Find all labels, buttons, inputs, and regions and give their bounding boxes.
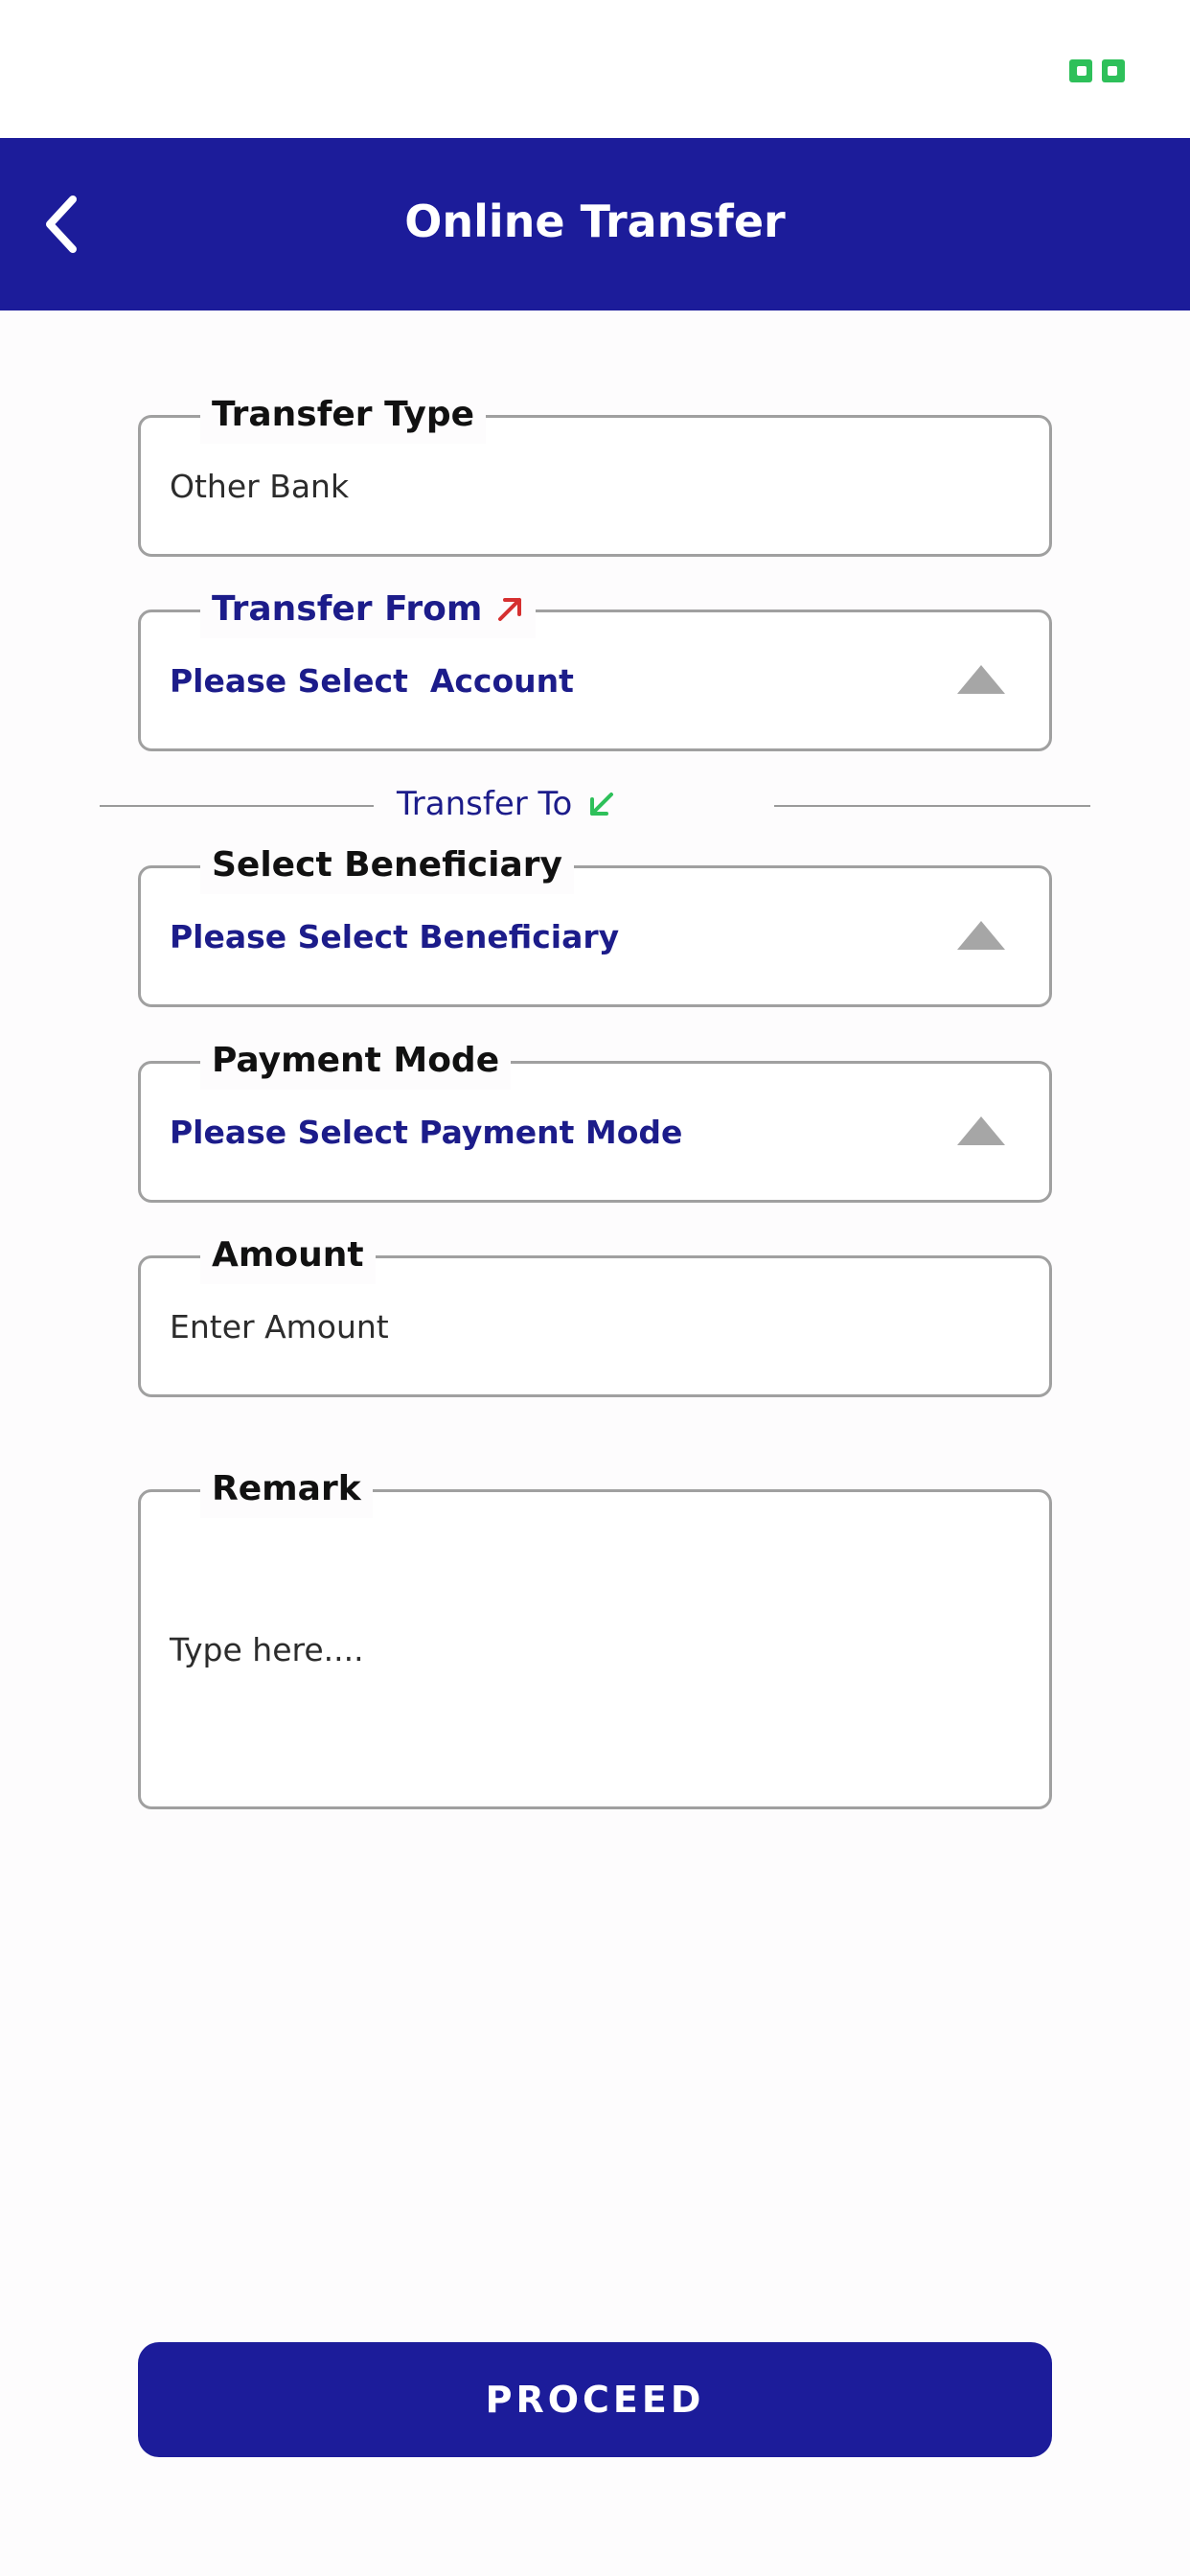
dropdown-arrow-icon bbox=[957, 665, 1005, 694]
remark-textarea[interactable]: Type here.... bbox=[170, 1492, 364, 1806]
amount-field[interactable]: Amount Enter Amount bbox=[138, 1227, 1052, 1397]
transfer-type-value: Other Bank bbox=[170, 467, 350, 505]
divider-line-right bbox=[774, 805, 1090, 807]
beneficiary-value: Please Select Beneficiary bbox=[170, 917, 620, 955]
dropdown-arrow-icon bbox=[957, 921, 1005, 950]
proceed-button[interactable]: PROCEED bbox=[138, 2342, 1052, 2457]
remark-field[interactable]: Remark Type here.... bbox=[138, 1460, 1052, 1809]
status-bar bbox=[0, 0, 1190, 138]
amount-input[interactable]: Enter Amount bbox=[170, 1258, 389, 1394]
beneficiary-select[interactable]: Select Beneficiary Please Select Benefic… bbox=[138, 837, 1052, 1007]
arrow-down-left-icon bbox=[590, 793, 614, 816]
transfer-to-label: Transfer To bbox=[397, 781, 616, 827]
payment-mode-value: Please Select Payment Mode bbox=[170, 1113, 683, 1151]
transfer-from-value: Please Select Account bbox=[170, 661, 574, 700]
app-bar: Online Transfer bbox=[0, 138, 1190, 310]
divider-line-left bbox=[100, 805, 374, 807]
transfer-to-divider: Transfer To bbox=[0, 781, 1190, 827]
page-title: Online Transfer bbox=[404, 196, 786, 247]
transfer-type-field[interactable]: Transfer Type Other Bank bbox=[138, 386, 1052, 557]
transfer-from-select[interactable]: Transfer From Please Select Account bbox=[138, 581, 1052, 751]
dropdown-arrow-icon bbox=[957, 1116, 1005, 1145]
battery-icon bbox=[1069, 58, 1127, 84]
payment-mode-select[interactable]: Payment Mode Please Select Payment Mode bbox=[138, 1032, 1052, 1203]
